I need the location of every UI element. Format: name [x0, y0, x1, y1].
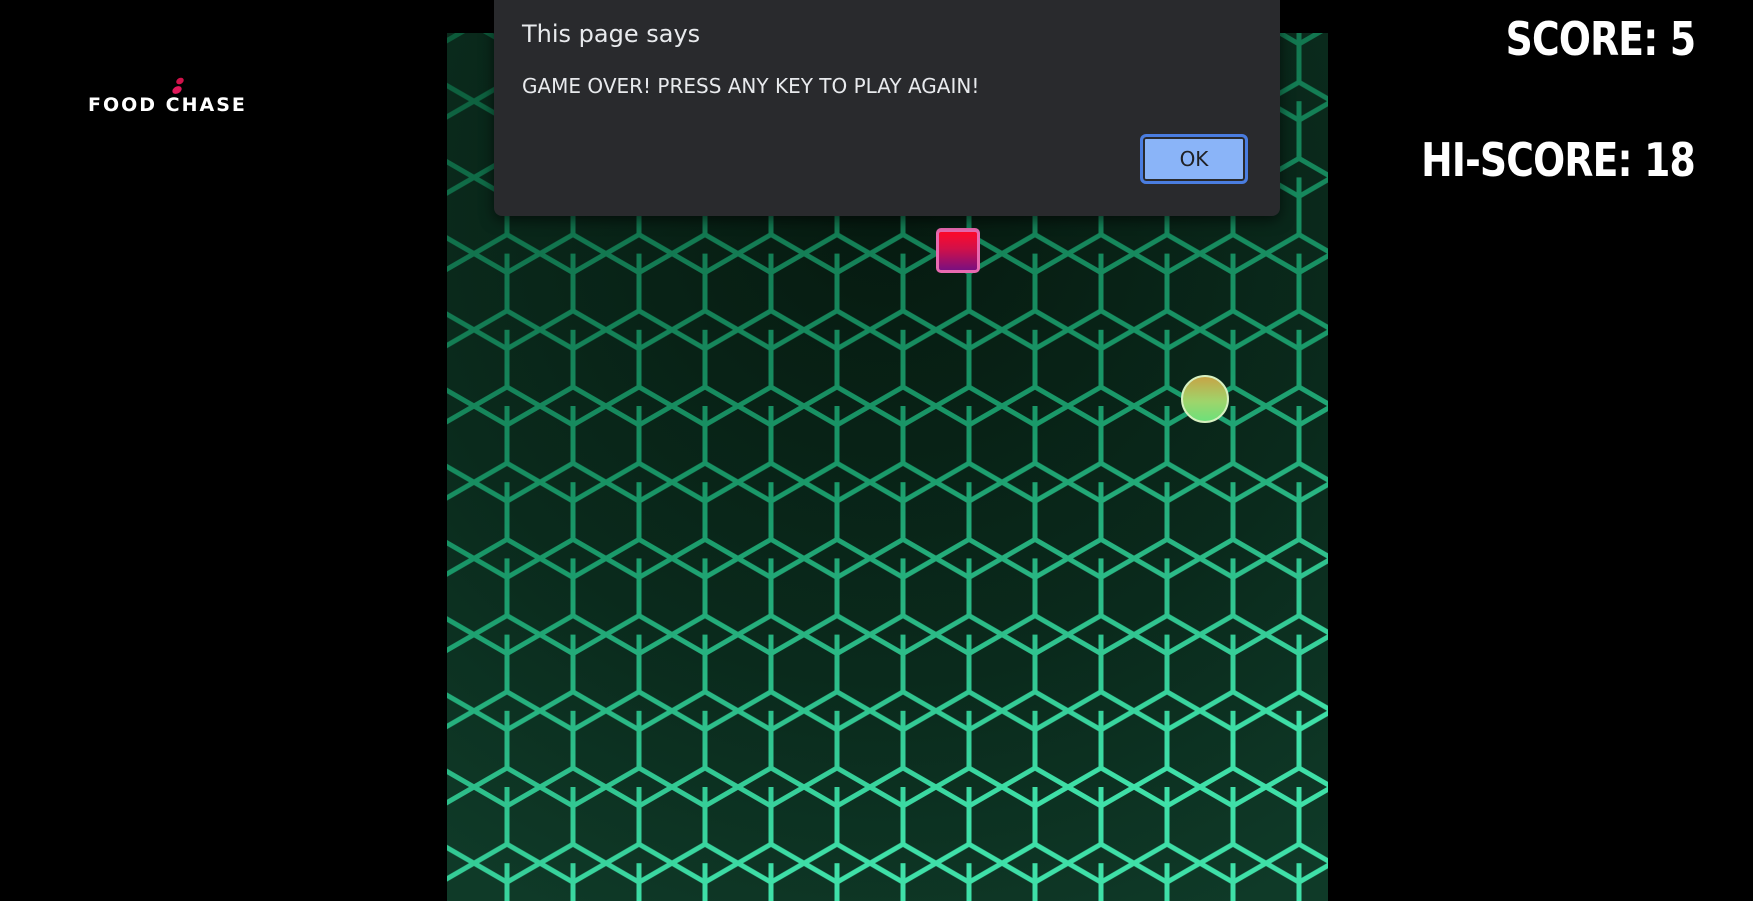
logo-text: FOOD CHASE [88, 94, 247, 116]
hi-score-display: HI-SCORE: 18 [1421, 133, 1696, 187]
dialog-title: This page says [522, 20, 701, 48]
game-page: FOOD CHASE SCORE: 5 HI-SCORE: 18 This pa… [0, 0, 1753, 901]
ok-button[interactable]: OK [1140, 134, 1248, 184]
food-item [1181, 375, 1229, 423]
food-chase-logo: FOOD CHASE [88, 74, 278, 116]
score-display: SCORE: 5 [1505, 12, 1695, 66]
alert-dialog: This page says GAME OVER! PRESS ANY KEY … [494, 0, 1280, 216]
dialog-message: GAME OVER! PRESS ANY KEY TO PLAY AGAIN! [522, 74, 980, 98]
snake-head [936, 229, 980, 273]
